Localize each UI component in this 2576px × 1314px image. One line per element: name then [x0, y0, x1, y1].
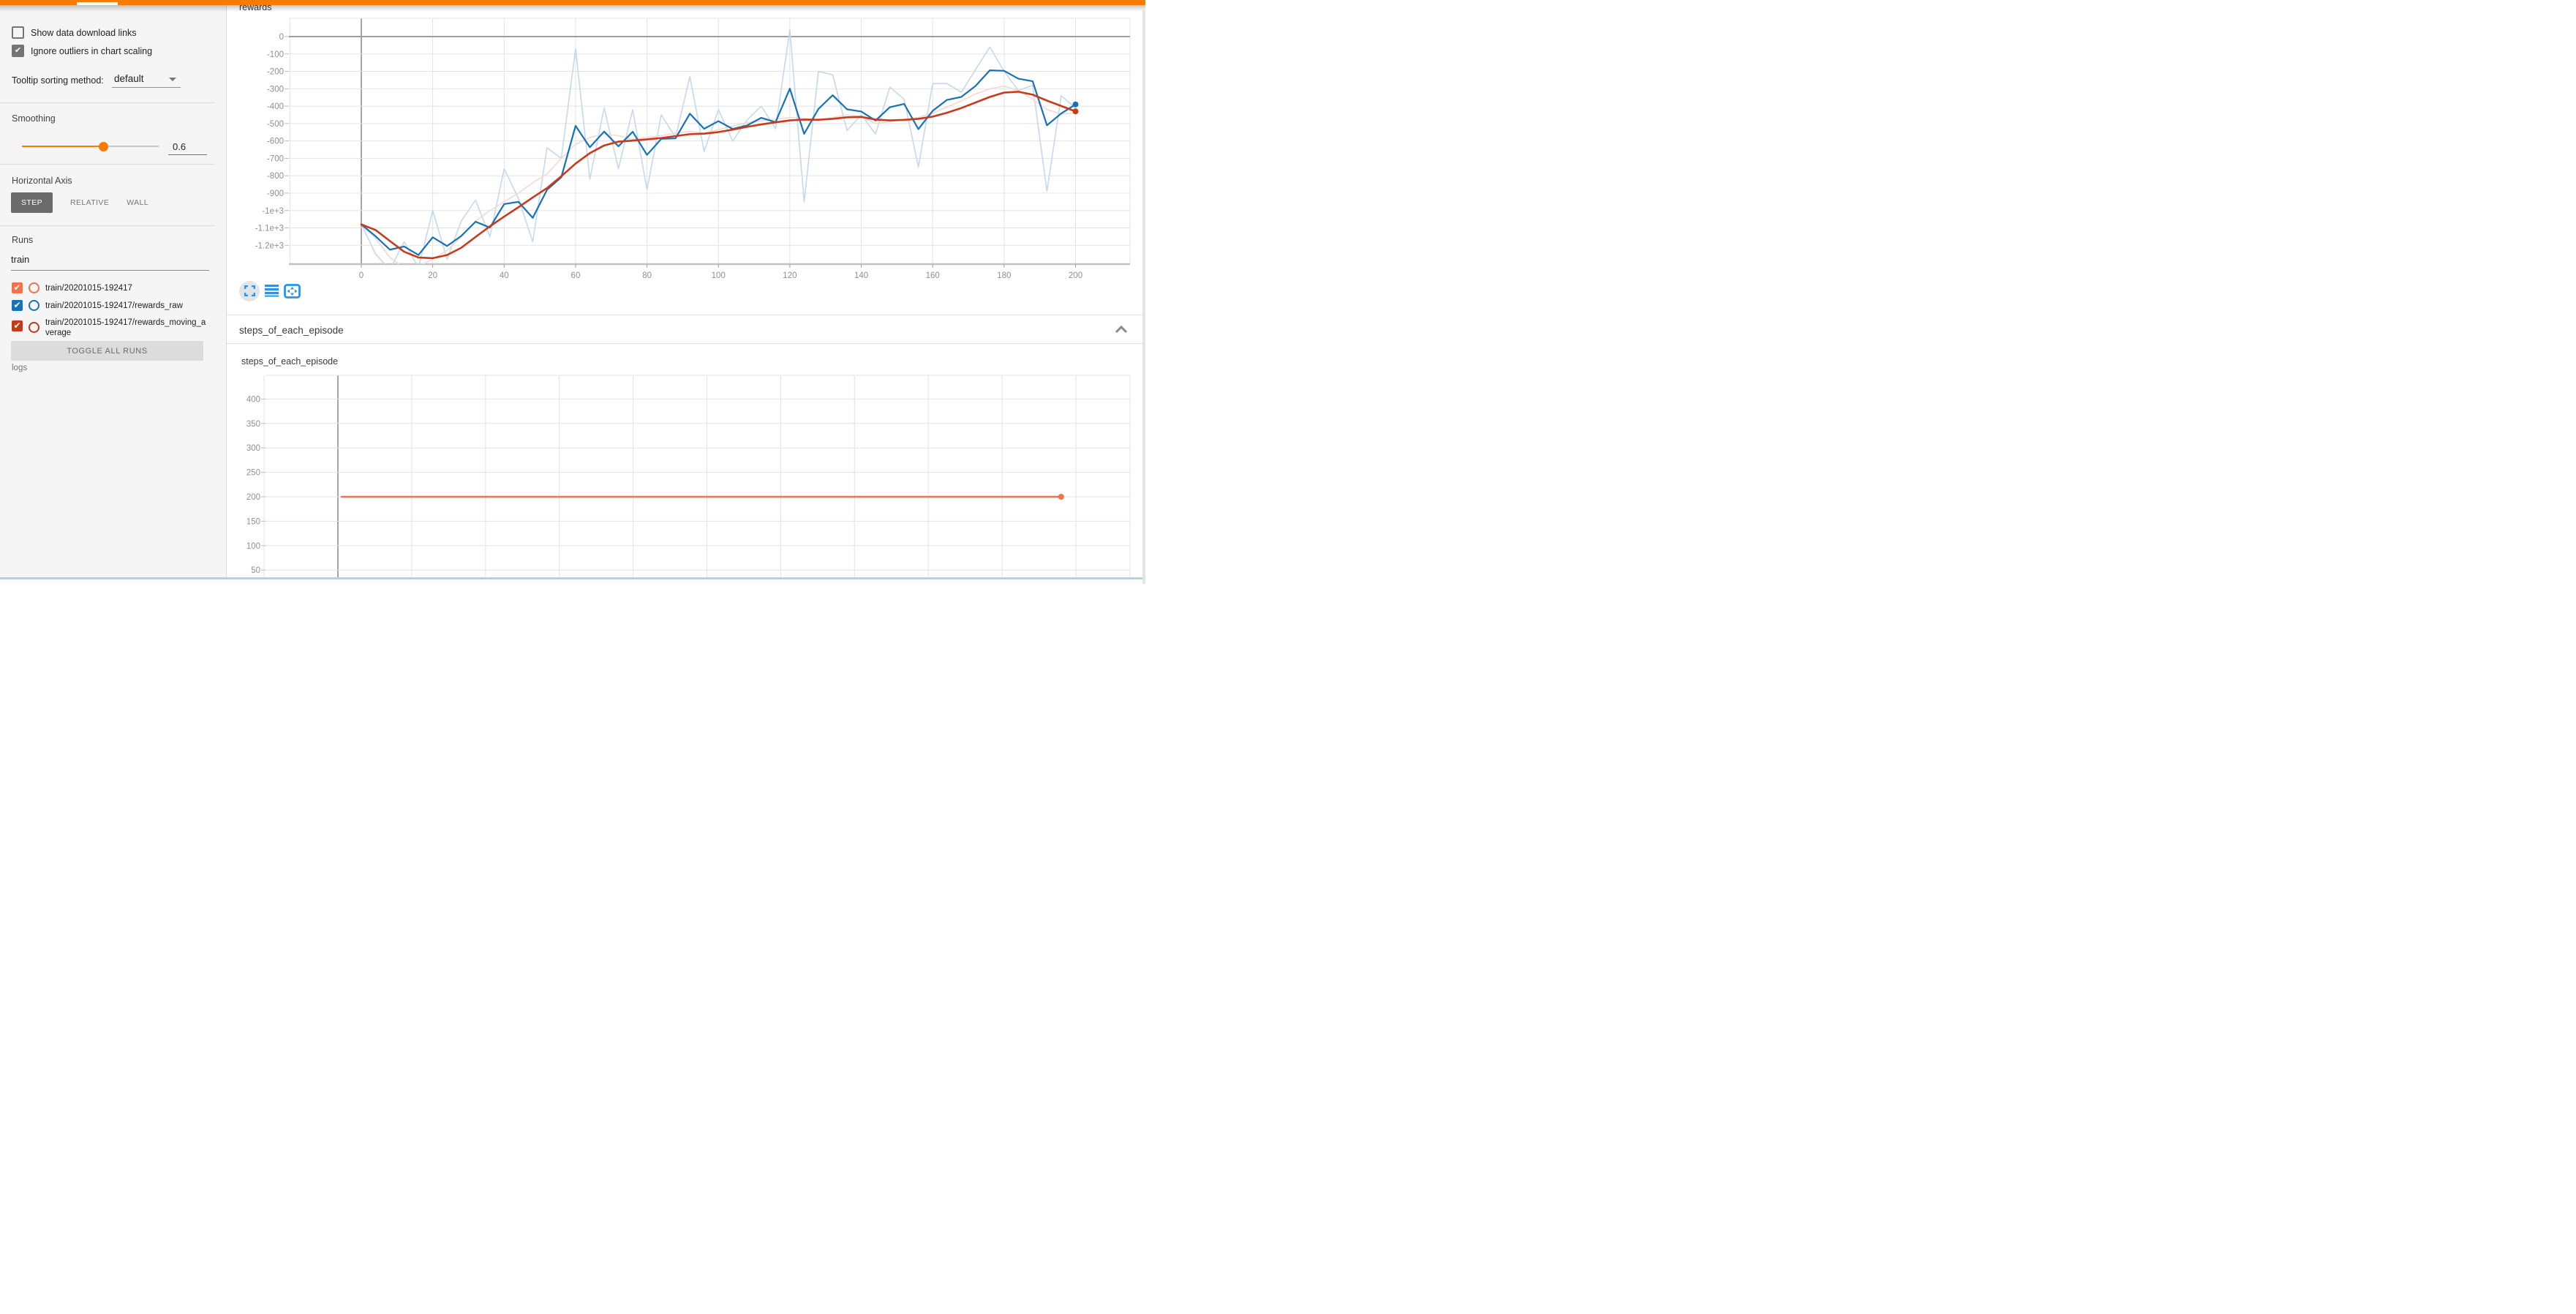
logs-label: logs [12, 364, 27, 372]
run-color-circle [29, 282, 39, 293]
y-tick-label: -300 [267, 85, 284, 94]
x-tick-label: 0 [359, 271, 364, 280]
run-row[interactable]: ✔ train/20201015-192417 [12, 282, 209, 293]
section-header-title: steps_of_each_episode [239, 325, 344, 336]
x-tick-label: 100 [712, 271, 726, 280]
y-tick-label: 250 [246, 469, 260, 478]
horizontal-axis-group: STEP RELATIVE WALL [11, 192, 148, 213]
y-tick-labels: 400 350 300 250 200 150 100 50 [246, 395, 260, 575]
fit-domain-icon[interactable] [284, 284, 301, 299]
vertical-gridlines [264, 375, 1130, 584]
data-table-icon[interactable] [265, 285, 279, 297]
tensorboard-app: Show data download links ✔ Ignore outlie… [0, 0, 1145, 584]
ignore-outliers-label: Ignore outliers in chart scaling [31, 46, 152, 56]
y-tick-label: -900 [267, 189, 284, 198]
y-tick-label: 400 [246, 395, 260, 404]
smoothing-label: Smoothing [12, 113, 56, 124]
y-tick-label: 0 [279, 33, 284, 42]
fullscreen-button[interactable] [239, 281, 260, 301]
y-tick-label: -1e+3 [262, 207, 284, 216]
axis-step-button[interactable]: STEP [11, 192, 53, 213]
y-tick-label: 150 [246, 517, 260, 526]
y-tick-label: -400 [267, 102, 284, 111]
section-header[interactable]: steps_of_each_episode [227, 315, 1145, 344]
x-tick-label: 140 [854, 271, 868, 280]
y-tick-label: -1.2e+3 [255, 241, 284, 250]
toggle-all-runs-button[interactable]: TOGGLE ALL RUNS [11, 341, 203, 361]
ignore-outliers-checkbox[interactable]: ✔ [12, 45, 24, 57]
x-tick-label: 60 [571, 271, 581, 280]
series-end-dot[interactable] [1058, 494, 1064, 500]
y-tick-label: -800 [267, 172, 284, 181]
run-label: train/20201015-192417/rewards_moving_ave… [45, 318, 209, 338]
steps-chart[interactable]: 400 350 300 250 200 150 100 50 [227, 342, 1145, 584]
horizontal-axis-label: Horizontal Axis [12, 176, 72, 186]
series-end-dot[interactable] [1073, 108, 1079, 114]
y-tick-label: -600 [267, 138, 284, 146]
ignore-outliers-row[interactable]: ✔ Ignore outliers in chart scaling [12, 45, 152, 57]
run-checkbox[interactable]: ✔ [12, 300, 23, 311]
y-tick-label: -500 [267, 120, 284, 129]
y-tick-label: 50 [251, 566, 260, 575]
header-bar [0, 0, 1145, 5]
y-tick-label: 300 [246, 444, 260, 453]
series-end-dot[interactable] [1073, 102, 1079, 108]
horizontal-gridlines [261, 375, 1130, 570]
slider-fill [22, 146, 103, 147]
bottom-strip [0, 577, 1145, 579]
show-download-links-row[interactable]: Show data download links [12, 26, 137, 39]
x-tick-label: 120 [783, 271, 796, 280]
y-tick-label: 350 [246, 420, 260, 429]
axis-wall-button[interactable]: WALL [127, 198, 148, 207]
run-color-circle [29, 322, 39, 333]
chart1-toolbar [239, 280, 301, 301]
scrollbar[interactable] [1142, 10, 1145, 584]
y-tick-label: -700 [267, 154, 284, 163]
run-checkbox[interactable]: ✔ [12, 282, 23, 293]
tooltip-sorting-label: Tooltip sorting method: [12, 75, 104, 86]
runs-label: Runs [12, 235, 33, 245]
y-tick-label: -200 [267, 68, 284, 77]
tooltip-sorting-select[interactable]: default [114, 73, 144, 84]
x-tick-label: 200 [1069, 271, 1082, 280]
show-download-links-checkbox[interactable] [12, 26, 24, 39]
smoothing-value[interactable]: 0.6 [173, 141, 186, 152]
chevron-up-icon[interactable] [1115, 326, 1128, 334]
run-label: train/20201015-192417/rewards_raw [45, 301, 209, 311]
x-tick-label: 180 [997, 271, 1011, 280]
tooltip-sorting-underline [112, 87, 181, 88]
x-tick-label: 40 [500, 271, 509, 280]
run-row[interactable]: ✔ train/20201015-192417/rewards_raw [12, 300, 209, 311]
run-color-circle [29, 300, 39, 311]
sidebar: Show data download links ✔ Ignore outlie… [0, 5, 227, 578]
y-tick-label: 200 [246, 493, 260, 502]
active-tab-indicator [77, 2, 118, 5]
divider [0, 225, 214, 226]
show-download-links-label: Show data download links [31, 28, 137, 38]
chevron-down-icon[interactable] [169, 78, 176, 81]
y-tick-labels: 0 -100 -200 -300 -400 -500 -600 -700 -800 -900 -1e… [255, 33, 284, 250]
y-tick-label: 100 [246, 542, 260, 551]
x-tick-labels: 0 20 40 60 80 100 120 140 160 180 200 [359, 264, 1082, 280]
run-checkbox[interactable]: ✔ [12, 320, 23, 331]
steps_of_each_episode-plot: 400 350 300 250 200 150 100 50 [246, 375, 1130, 584]
run-label: train/20201015-192417 [45, 283, 209, 293]
fullscreen-icon [244, 285, 255, 296]
x-tick-label: 80 [642, 271, 652, 280]
rewards-chart[interactable]: 0 -100 -200 -300 -400 -500 -600 -700 -800 -900 -1e… [227, 0, 1145, 315]
x-tick-label: 20 [428, 271, 437, 280]
x-tick-label: 160 [926, 271, 940, 280]
runs-filter-input[interactable] [11, 254, 208, 265]
smoothing-value-underline [168, 154, 207, 155]
bottom-gap [0, 579, 1145, 585]
divider [0, 164, 214, 165]
y-tick-label: -1.1e+3 [255, 225, 284, 233]
axis-relative-button[interactable]: RELATIVE [70, 198, 109, 207]
runs-filter-underline [11, 270, 209, 271]
run-row[interactable]: ✔ train/20201015-192417/rewards_moving_a… [12, 317, 209, 338]
slider-thumb[interactable] [99, 142, 108, 151]
divider [0, 102, 214, 103]
y-tick-label: -100 [267, 50, 284, 59]
rewards-plot: 0 -100 -200 -300 -400 -500 -600 -700 -800 -900 -1e… [255, 18, 1130, 280]
